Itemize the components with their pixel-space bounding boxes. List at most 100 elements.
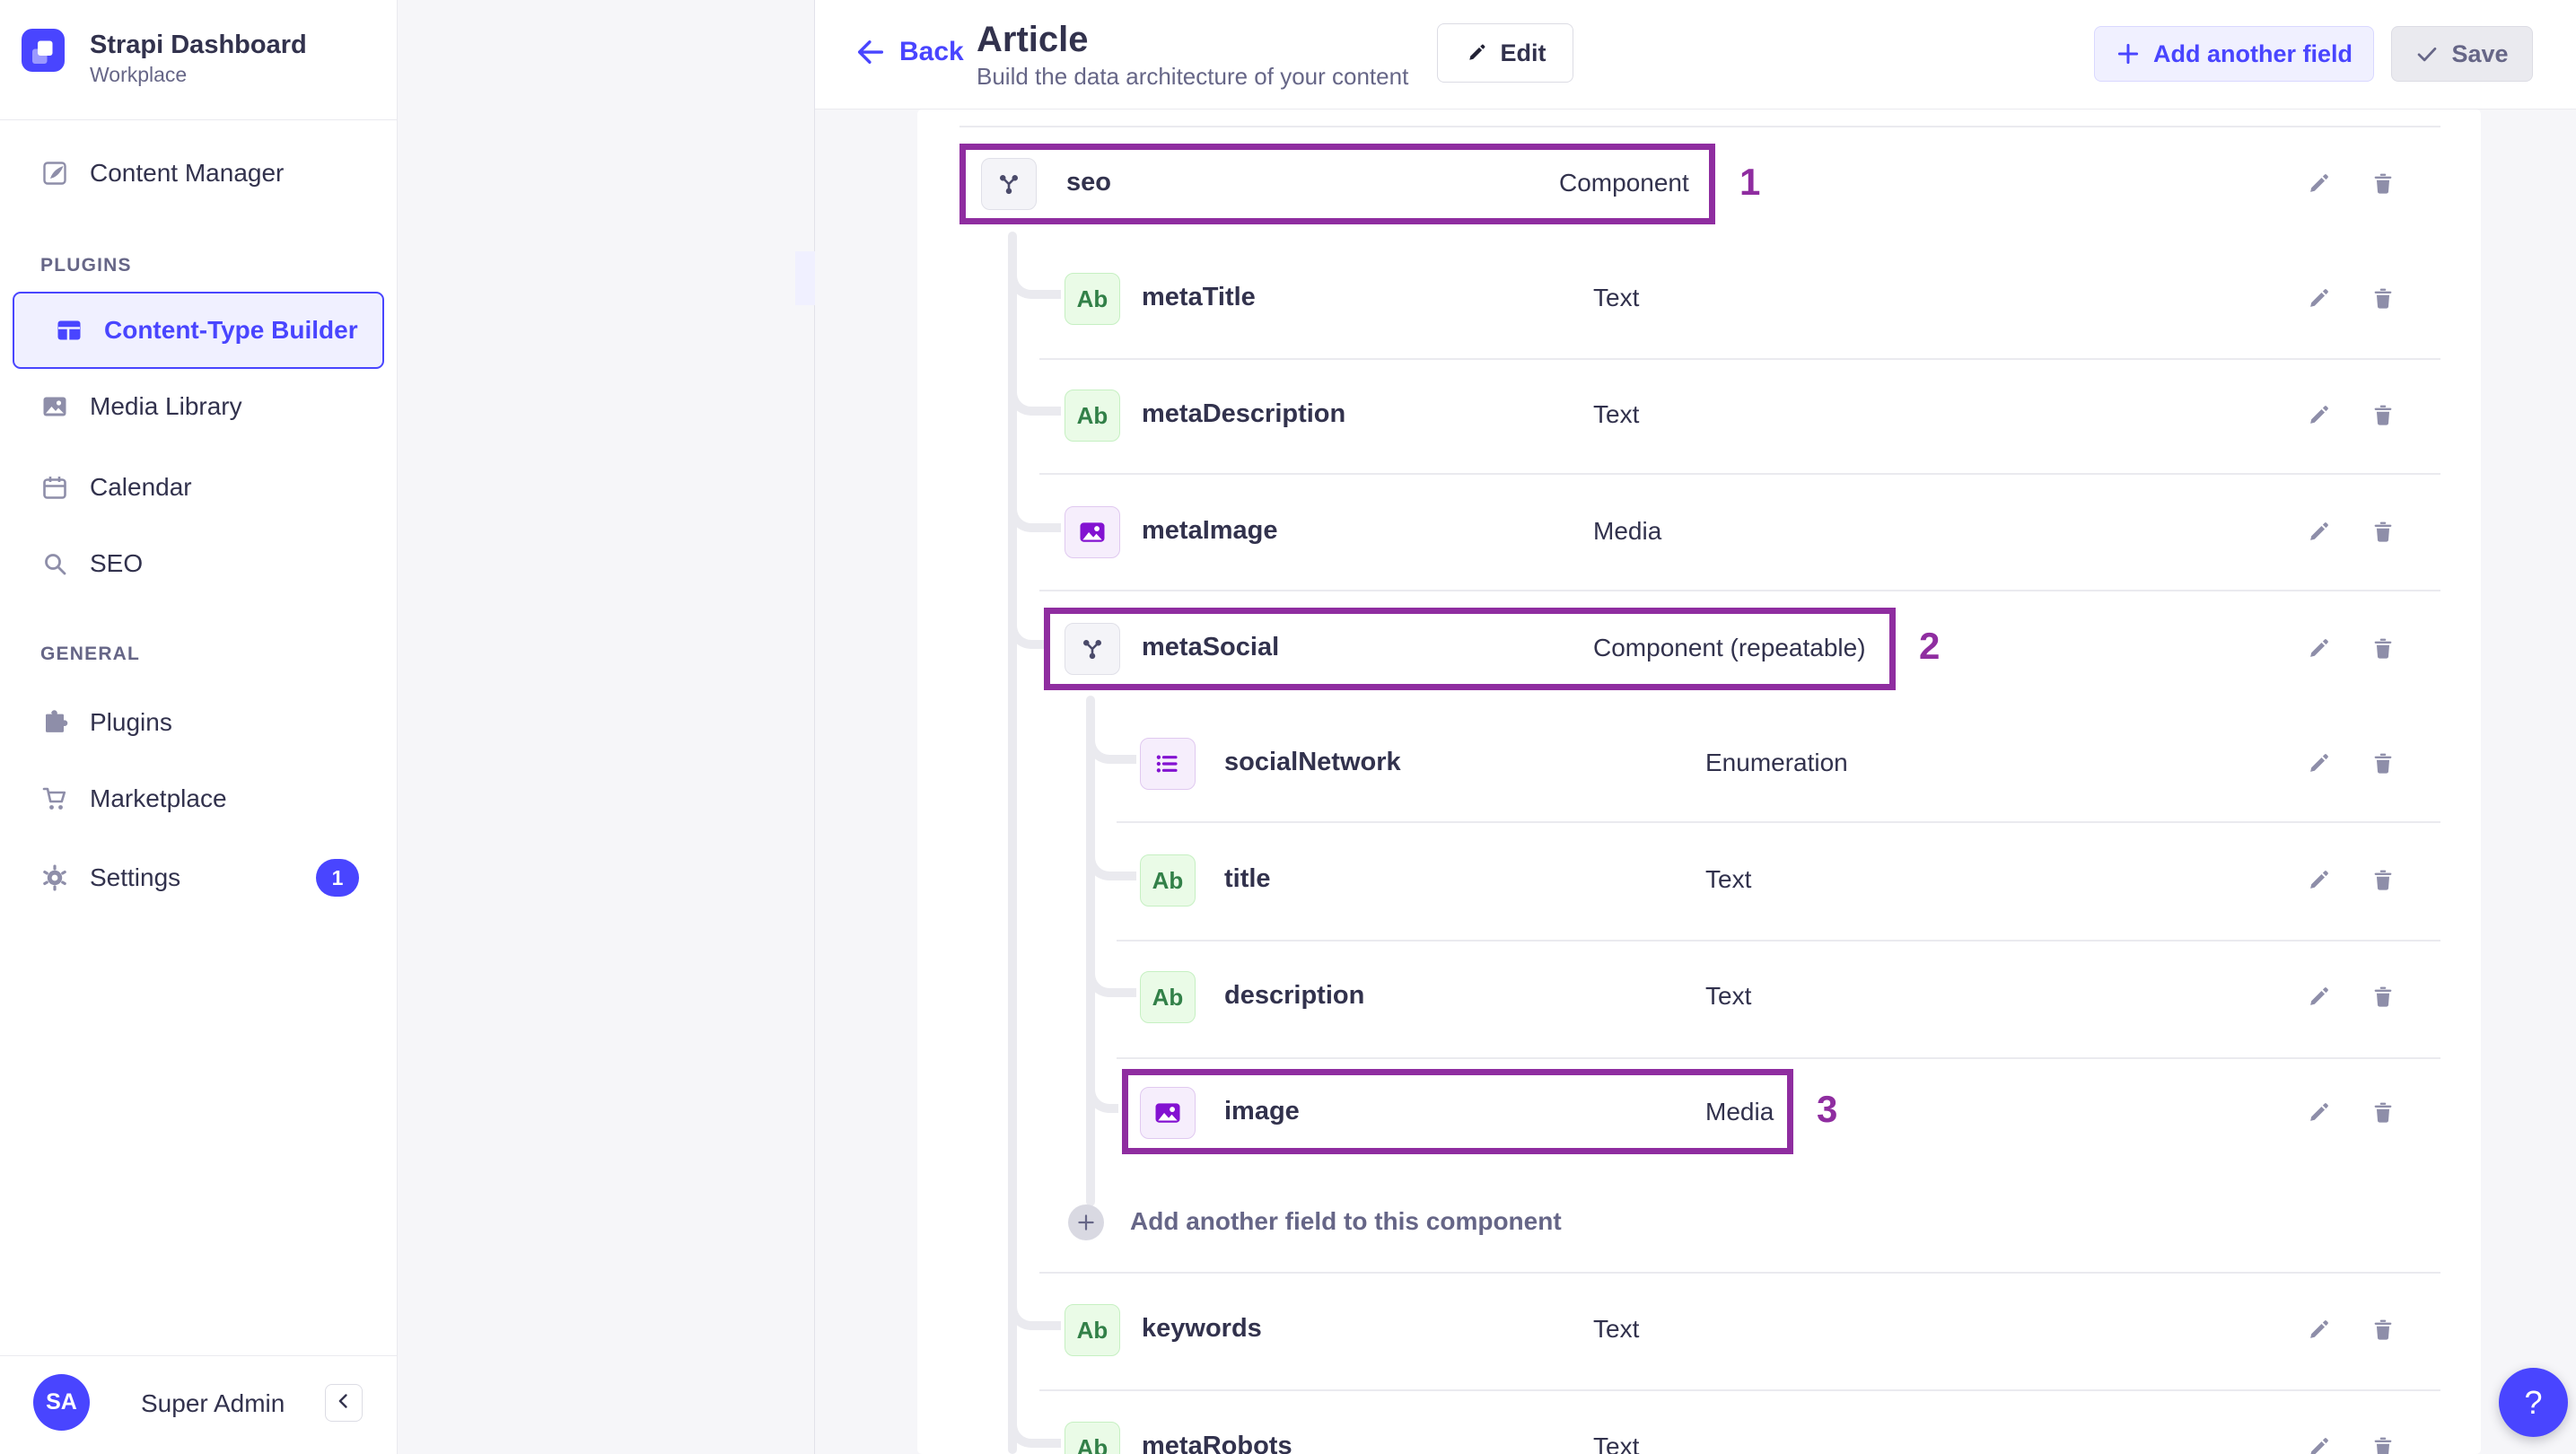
row-divider <box>1117 1057 2440 1059</box>
field-name: metaDescription <box>1142 399 1346 428</box>
pencil-icon <box>2305 984 2332 1011</box>
strapi-logo-icon <box>22 29 65 76</box>
edit-field-button[interactable] <box>2299 1310 2338 1350</box>
row-divider <box>1039 473 2440 475</box>
collapse-sidebar-button[interactable] <box>325 1384 363 1422</box>
sidebar-item-seo[interactable]: SEO <box>0 532 398 595</box>
edit-field-button[interactable] <box>2299 164 2338 204</box>
tree-elbow <box>1008 1285 1061 1330</box>
sidebar-item-label: Settings <box>90 863 181 891</box>
edit-field-button[interactable] <box>2299 861 2338 900</box>
delete-field-button[interactable] <box>2363 744 2403 784</box>
delete-field-button[interactable] <box>2363 164 2403 204</box>
sidebar-item-content-manager[interactable]: Content Manager <box>0 142 398 205</box>
field-type: Text <box>1593 1315 1640 1343</box>
annotation-number-2: 2 <box>1919 625 1941 667</box>
row-divider <box>1039 590 2440 591</box>
annotation-box-3 <box>1122 1069 1793 1154</box>
sidebar-item-calendar[interactable]: Calendar <box>0 456 398 519</box>
sidebar-item-plugins[interactable]: Plugins <box>0 691 398 754</box>
add-another-field-button[interactable]: Add another field <box>2094 26 2374 82</box>
delete-field-button[interactable] <box>2363 977 2403 1017</box>
delete-field-button[interactable] <box>2363 1093 2403 1133</box>
edit-field-button[interactable] <box>2299 1093 2338 1133</box>
row-divider <box>1039 358 2440 360</box>
field-name: metaTitle <box>1142 283 1256 311</box>
delete-field-button[interactable] <box>2363 512 2403 552</box>
edit-label: Edit <box>1500 39 1546 66</box>
row-divider <box>959 126 2440 127</box>
text-field-icon: Ab <box>1065 390 1120 442</box>
tree-elbow <box>1008 371 1061 416</box>
delete-field-button[interactable] <box>2363 629 2403 669</box>
save-button[interactable]: Save <box>2391 26 2533 82</box>
trash-icon <box>2370 171 2396 197</box>
pencil-icon <box>2305 402 2332 429</box>
plugins-section-header: PLUGINS <box>40 255 132 276</box>
delete-field-button[interactable] <box>2363 279 2403 319</box>
trash-icon <box>2370 635 2396 662</box>
sidebar-item-settings[interactable]: Settings 1 <box>0 846 398 909</box>
sidebar-item-media-library[interactable]: Media Library <box>0 375 398 438</box>
field-type: Text <box>1705 865 1752 893</box>
plus-icon <box>1076 1213 1096 1232</box>
trash-icon <box>2370 1434 2396 1454</box>
notification-badge: 1 <box>316 859 359 897</box>
help-button[interactable]: ? <box>2499 1368 2568 1437</box>
pencil-icon <box>2305 519 2332 546</box>
edit-field-button[interactable] <box>2299 629 2338 669</box>
row-divider <box>1039 1272 2440 1274</box>
avatar[interactable]: SA <box>33 1374 90 1431</box>
pencil-icon <box>2305 750 2332 777</box>
chevron-left-icon <box>332 1389 355 1417</box>
search-icon <box>40 549 69 578</box>
back-label: Back <box>899 37 964 66</box>
edit-field-button[interactable] <box>2299 279 2338 319</box>
add-field-to-component-button[interactable] <box>1068 1204 1104 1240</box>
page-title: Article <box>977 20 1089 59</box>
text-field-icon: Ab <box>1140 971 1196 1023</box>
tree-line-level1 <box>1008 232 1017 1454</box>
media-field-icon <box>1065 506 1120 558</box>
edit-field-button[interactable] <box>2299 1428 2338 1454</box>
field-name: metaRobots <box>1142 1432 1292 1454</box>
edit-field-button[interactable] <box>2299 744 2338 784</box>
field-name: description <box>1224 981 1365 1010</box>
sidebar-item-label: Content Manager <box>90 159 285 187</box>
tree-elbow <box>1008 254 1061 299</box>
annotation-box-1 <box>959 144 1715 224</box>
trash-icon <box>2370 984 2396 1011</box>
sidebar-item-label: Plugins <box>90 708 172 736</box>
edit-field-button[interactable] <box>2299 977 2338 1017</box>
delete-field-button[interactable] <box>2363 1428 2403 1454</box>
edit-field-button[interactable] <box>2299 512 2338 552</box>
pencil-icon <box>2305 171 2332 197</box>
field-type: Enumeration <box>1705 749 1848 776</box>
pencil-icon <box>2305 285 2332 312</box>
field-name: keywords <box>1142 1314 1262 1343</box>
text-field-icon: Ab <box>1065 1304 1120 1356</box>
sidebar-divider <box>0 119 398 120</box>
add-field-to-component-label: Add another field to this component <box>1130 1207 1562 1235</box>
sidebar-item-content-type-builder[interactable]: Content-Type Builder <box>13 292 384 369</box>
tree-elbow <box>1086 952 1136 997</box>
calendar-icon <box>40 473 69 502</box>
pencil-icon <box>2305 1317 2332 1344</box>
back-link[interactable]: Back <box>854 36 964 68</box>
edit-button[interactable]: Edit <box>1437 23 1573 83</box>
edit-field-button[interactable] <box>2299 396 2338 435</box>
sidebar-item-label: Marketplace <box>90 784 227 812</box>
general-section-header: GENERAL <box>40 644 141 664</box>
ctb-sidebar: Content-Type Builder COLLECTION TYPES7Ar… <box>398 0 1527 1454</box>
row-divider <box>1117 821 2440 823</box>
tree-elbow <box>1008 487 1061 532</box>
field-type: Text <box>1593 1432 1640 1454</box>
pencil-icon <box>2305 1099 2332 1126</box>
sidebar-item-marketplace[interactable]: Marketplace <box>0 767 398 830</box>
delete-field-button[interactable] <box>2363 1310 2403 1350</box>
delete-field-button[interactable] <box>2363 861 2403 900</box>
field-name: metaImage <box>1142 516 1278 545</box>
delete-field-button[interactable] <box>2363 396 2403 435</box>
sidebar-item-label: Calendar <box>90 473 192 501</box>
trash-icon <box>2370 1317 2396 1344</box>
